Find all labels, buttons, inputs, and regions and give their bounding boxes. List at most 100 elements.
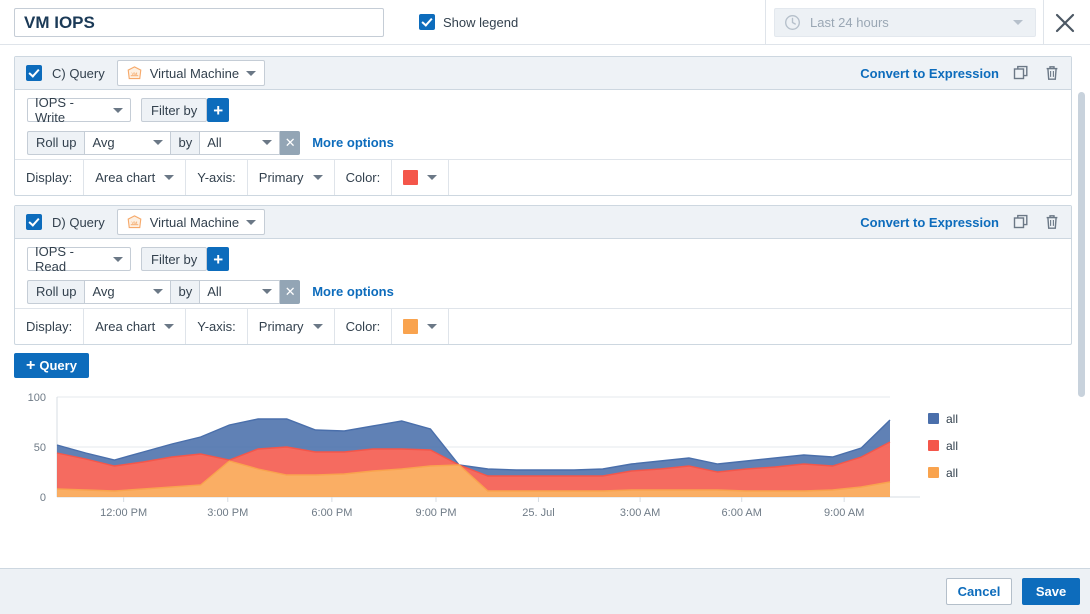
color-select[interactable]	[392, 160, 449, 195]
editor-footer: Cancel Save	[0, 568, 1090, 614]
query-metric-row: IOPS - Read Filter by +	[15, 239, 1071, 275]
query-panel-d: D) Query VM Virtual Machine Convert to E…	[14, 205, 1072, 345]
x-axis-tick-label: 6:00 AM	[722, 507, 762, 519]
chevron-down-icon	[313, 175, 323, 180]
y-axis-value: Primary	[259, 319, 304, 334]
more-options-link[interactable]: More options	[312, 135, 394, 150]
header-divider	[765, 0, 766, 45]
display-type-value: Area chart	[95, 319, 155, 334]
clear-rollup-button[interactable]: ✕	[280, 131, 300, 155]
legend-swatch	[928, 467, 939, 478]
save-label: Save	[1036, 584, 1066, 599]
chart-title-input[interactable]	[14, 8, 384, 37]
area-chart-svg: 05010012:00 PM3:00 PM6:00 PM9:00 PM25. J…	[0, 385, 1060, 545]
chevron-down-icon	[153, 140, 163, 145]
display-type-select[interactable]: Area chart	[84, 309, 186, 344]
x-axis-tick-label: 9:00 PM	[416, 507, 457, 519]
filter-by-label: Filter by	[151, 103, 197, 118]
color-label: Color:	[335, 309, 393, 344]
legend-swatch	[928, 413, 939, 424]
roll-up-function-select[interactable]: Avg	[84, 131, 171, 155]
legend-label[interactable]: all	[946, 466, 958, 480]
trash-icon[interactable]	[1043, 213, 1061, 231]
add-filter-button[interactable]: +	[207, 98, 229, 122]
query-name: C) Query	[52, 66, 105, 81]
virtual-machine-icon: VM	[126, 65, 143, 82]
filter-by-button[interactable]: Filter by	[141, 247, 207, 271]
x-axis-tick-label: 9:00 AM	[824, 507, 864, 519]
show-legend-toggle[interactable]: Show legend	[419, 14, 518, 30]
query-display-row: Display: Area chart Y-axis: Primary Colo…	[15, 308, 1071, 344]
legend-label[interactable]: all	[946, 412, 958, 426]
metric-value: IOPS - Read	[35, 244, 103, 274]
by-label: by	[171, 131, 199, 155]
query-display-row: Display: Area chart Y-axis: Primary Colo…	[15, 159, 1071, 195]
query-panel-c: C) Query VM Virtual Machine Convert to E…	[14, 56, 1072, 196]
editor-body: C) Query VM Virtual Machine Convert to E…	[0, 45, 1090, 568]
filter-by-button[interactable]: Filter by	[141, 98, 207, 122]
plus-icon: +	[213, 251, 223, 268]
close-icon[interactable]	[1052, 11, 1078, 35]
copy-icon[interactable]	[1012, 64, 1030, 82]
color-swatch	[403, 170, 418, 185]
group-by-select[interactable]: All	[199, 131, 280, 155]
display-type-select[interactable]: Area chart	[84, 160, 186, 195]
query-actions: Convert to Expression	[860, 57, 1061, 89]
metric-select[interactable]: IOPS - Read	[27, 247, 131, 271]
color-swatch	[403, 319, 418, 334]
query-enabled-checkbox[interactable]	[26, 65, 42, 81]
chevron-down-icon	[1013, 20, 1023, 25]
add-query-label: Query	[39, 358, 77, 373]
x-axis-tick-label: 3:00 PM	[207, 507, 248, 519]
group-by-value: All	[207, 135, 221, 150]
convert-to-expression-link[interactable]: Convert to Expression	[860, 215, 999, 230]
entity-type-label: Virtual Machine	[150, 215, 239, 230]
editor-header: Show legend Last 24 hours	[0, 0, 1090, 45]
close-small-icon: ✕	[285, 135, 296, 151]
show-legend-checkbox[interactable]	[419, 14, 435, 30]
y-axis-select[interactable]: Primary	[248, 309, 335, 344]
virtual-machine-icon: VM	[126, 214, 143, 231]
more-options-link[interactable]: More options	[312, 284, 394, 299]
y-axis-select[interactable]: Primary	[248, 160, 335, 195]
entity-type-label: Virtual Machine	[150, 66, 239, 81]
query-name: D) Query	[52, 215, 105, 230]
save-button[interactable]: Save	[1022, 578, 1080, 605]
color-label: Color:	[335, 160, 393, 195]
query-header: C) Query VM Virtual Machine Convert to E…	[15, 57, 1071, 90]
trash-icon[interactable]	[1043, 64, 1061, 82]
query-actions: Convert to Expression	[860, 206, 1061, 238]
plus-icon: +	[213, 102, 223, 119]
query-metric-row: IOPS - Write Filter by +	[15, 90, 1071, 126]
time-range-selector[interactable]: Last 24 hours	[774, 8, 1036, 37]
chevron-down-icon	[153, 289, 163, 294]
show-legend-label: Show legend	[443, 15, 518, 30]
preview-chart: 05010012:00 PM3:00 PM6:00 PM9:00 PM25. J…	[0, 385, 1060, 545]
chevron-down-icon	[113, 257, 123, 262]
add-filter-button[interactable]: +	[207, 247, 229, 271]
y-axis-value: Primary	[259, 170, 304, 185]
color-select[interactable]	[392, 309, 449, 344]
copy-icon[interactable]	[1012, 213, 1030, 231]
metric-select[interactable]: IOPS - Write	[27, 98, 131, 122]
time-range-value: Last 24 hours	[810, 15, 1013, 30]
group-by-select[interactable]: All	[199, 280, 280, 304]
chevron-down-icon	[427, 324, 437, 329]
add-query-button[interactable]: + Query	[14, 353, 89, 378]
query-rollup-row: Roll up Avg by All ✕ More options	[15, 275, 1071, 308]
svg-text:VM: VM	[131, 70, 137, 75]
vertical-scrollbar[interactable]	[1078, 92, 1085, 397]
y-axis-label: Y-axis:	[186, 160, 248, 195]
chevron-down-icon	[246, 220, 256, 225]
legend-label[interactable]: all	[946, 439, 958, 453]
query-enabled-checkbox[interactable]	[26, 214, 42, 230]
cancel-button[interactable]: Cancel	[946, 578, 1012, 605]
clear-rollup-button[interactable]: ✕	[280, 280, 300, 304]
entity-type-select[interactable]: VM Virtual Machine	[117, 209, 265, 235]
convert-to-expression-link[interactable]: Convert to Expression	[860, 66, 999, 81]
entity-type-select[interactable]: VM Virtual Machine	[117, 60, 265, 86]
roll-up-function-select[interactable]: Avg	[84, 280, 171, 304]
legend-swatch	[928, 440, 939, 451]
x-axis-tick-label: 6:00 PM	[311, 507, 352, 519]
roll-up-label: Roll up	[27, 280, 84, 304]
